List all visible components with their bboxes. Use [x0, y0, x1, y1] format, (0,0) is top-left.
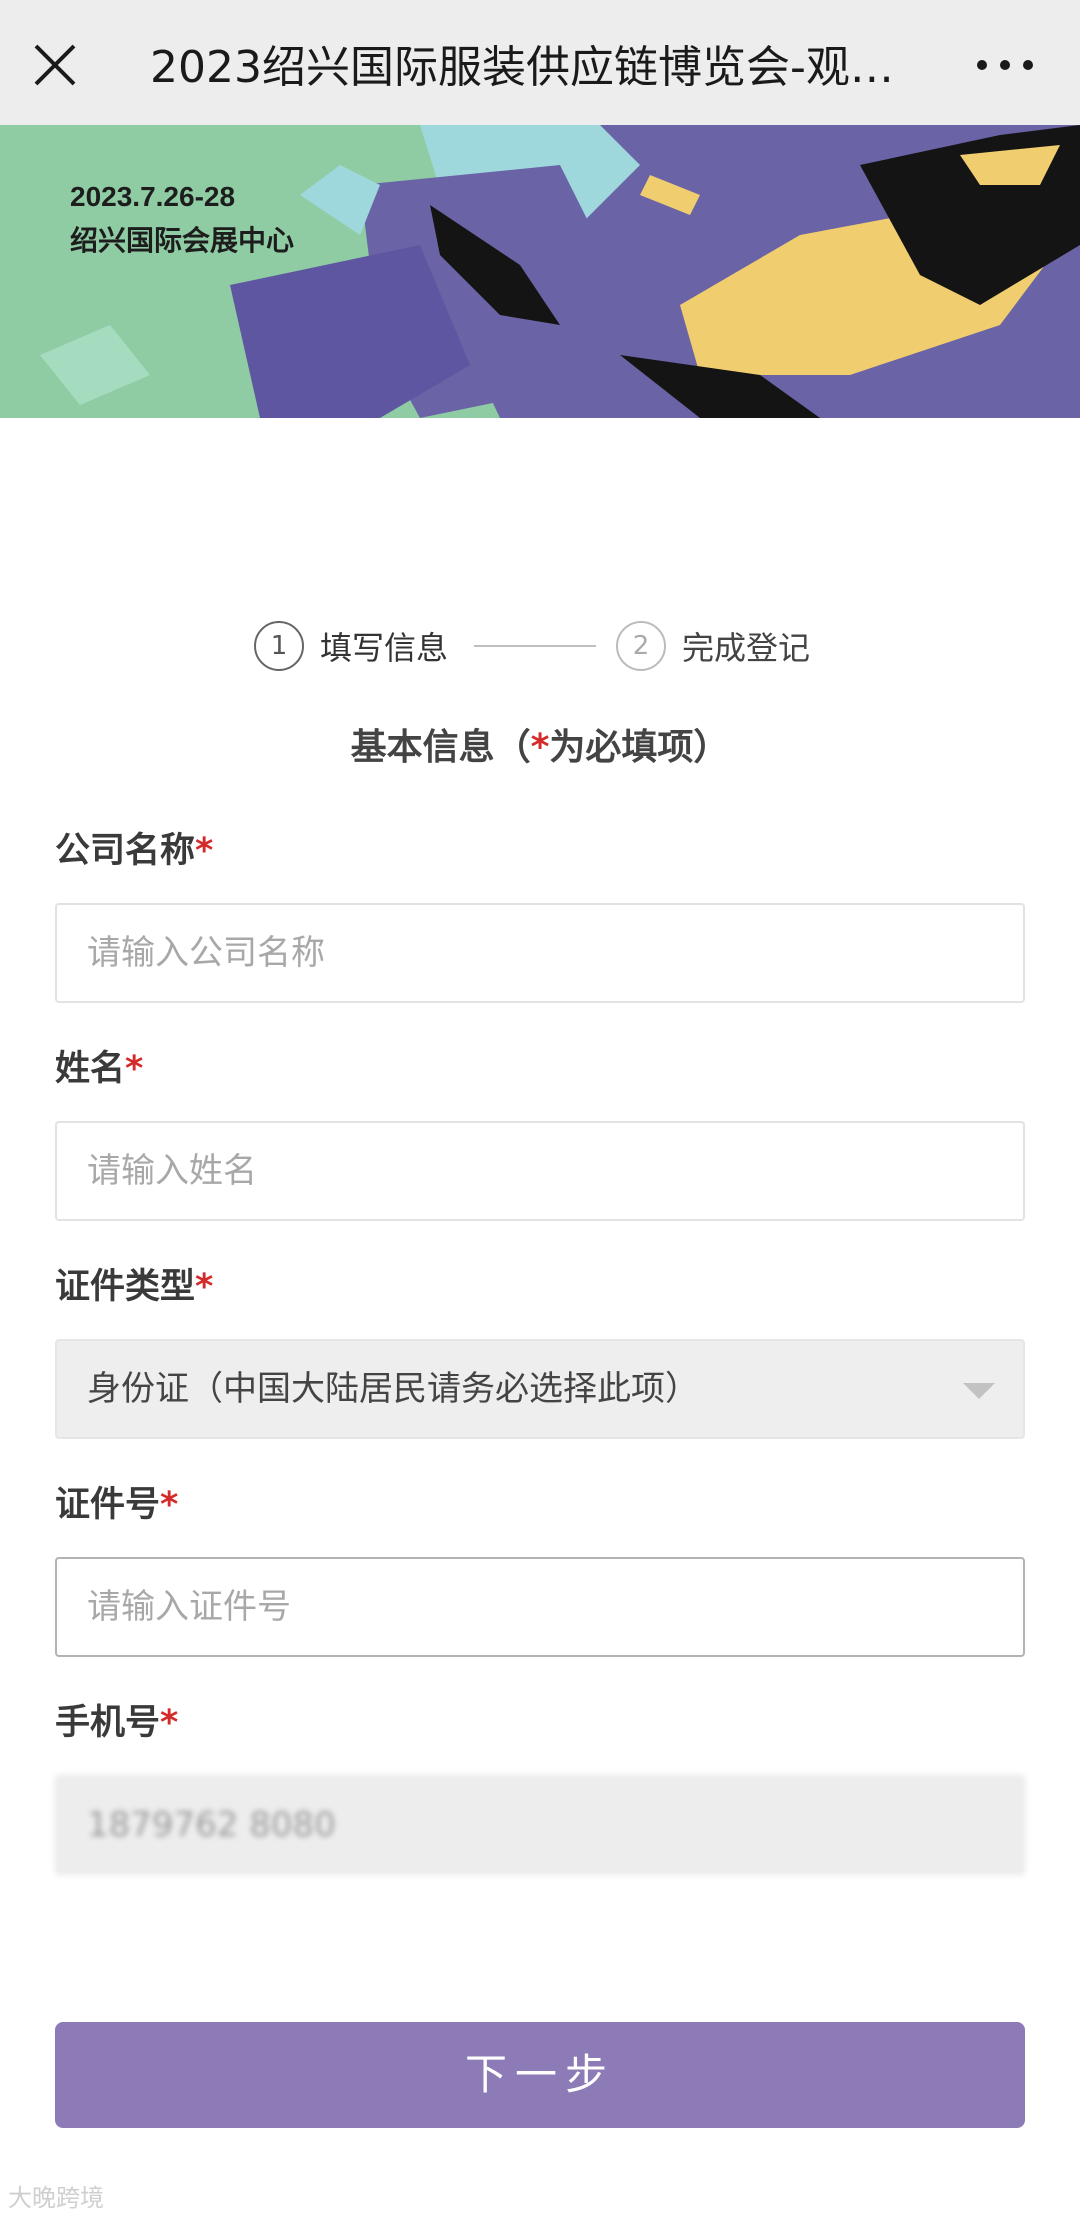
id-number-label: 证件号*	[55, 1476, 178, 1527]
section-title-suffix: 为必填项）	[549, 727, 730, 768]
required-star: *	[195, 1267, 214, 1307]
banner-artwork	[0, 125, 1080, 418]
id-number-input[interactable]	[55, 1557, 1025, 1657]
id-type-label-text: 证件类型	[55, 1267, 196, 1307]
event-banner: 2023.7.26-28 绍兴国际会展中心	[0, 125, 1080, 418]
company-label: 公司名称*	[55, 822, 213, 873]
phone-label: 手机号*	[55, 1694, 178, 1745]
banner-caption: 2023.7.26-28 绍兴国际会展中心	[70, 175, 294, 263]
next-step-button[interactable]: 下一步	[55, 2022, 1025, 2128]
step-2-indicator: 2	[616, 621, 667, 671]
close-icon[interactable]	[30, 40, 80, 90]
progress-stepper: 1 填写信息 2 完成登记	[254, 620, 810, 672]
name-label-text: 姓名	[55, 1049, 126, 1089]
id-type-label: 证件类型*	[55, 1258, 213, 1309]
step-connector	[474, 645, 597, 647]
step-2-label: 完成登记	[682, 629, 811, 667]
id-number-label-text: 证件号	[55, 1485, 161, 1525]
company-input[interactable]	[55, 903, 1025, 1003]
required-star: *	[160, 1703, 179, 1743]
name-input[interactable]	[55, 1121, 1025, 1221]
step-1-indicator: 1	[254, 621, 304, 671]
id-type-value: 身份证（中国大陆居民请务必选择此项）	[87, 1369, 699, 1409]
navigation-bar: 2023绍兴国际服装供应链博览会-观众预登记	[0, 0, 1080, 125]
watermark: 大晚跨境	[8, 2184, 104, 2212]
page-title: 2023绍兴国际服装供应链博览会-观众预登记	[150, 42, 930, 93]
event-venue: 绍兴国际会展中心	[70, 225, 295, 256]
step-1-label: 填写信息	[320, 629, 449, 667]
required-star: *	[160, 1485, 179, 1525]
dropdown-arrow-icon	[963, 1383, 995, 1399]
phone-field: 1879762 8080	[55, 1775, 1025, 1875]
section-title: 基本信息（*为必填项）	[0, 718, 1080, 770]
id-type-select[interactable]: 身份证（中国大陆居民请务必选择此项）	[55, 1339, 1025, 1439]
more-options-icon[interactable]	[972, 45, 1038, 85]
name-label: 姓名*	[55, 1040, 143, 1091]
required-star: *	[195, 831, 214, 871]
company-label-text: 公司名称	[55, 831, 196, 871]
required-star: *	[530, 727, 550, 768]
required-star: *	[125, 1049, 144, 1089]
event-date: 2023.7.26-28	[70, 181, 236, 212]
phone-label-text: 手机号	[55, 1703, 161, 1743]
section-title-prefix: 基本信息（	[350, 727, 531, 768]
